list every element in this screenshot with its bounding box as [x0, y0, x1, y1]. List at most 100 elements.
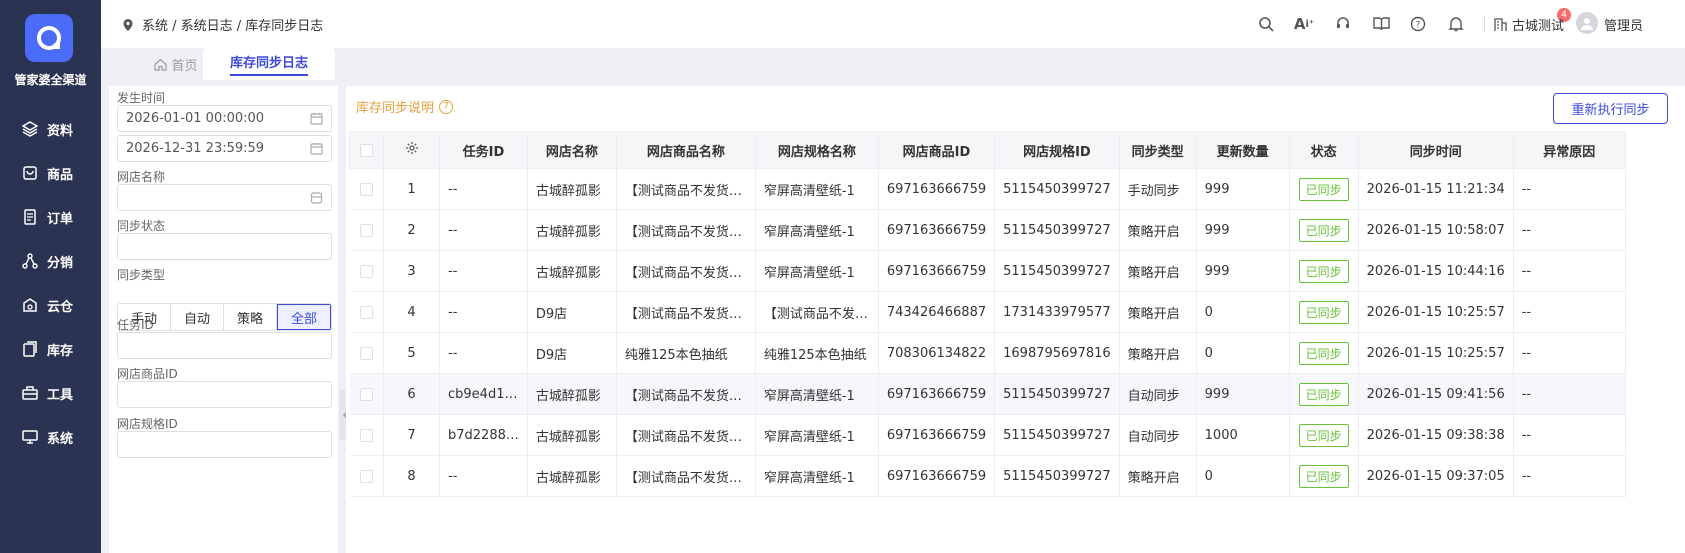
column-header-product-id[interactable]: 网店商品ID — [877, 131, 996, 169]
qty-cell: 1000 — [1196, 414, 1290, 456]
sidebar-item-label: 系统 — [47, 431, 74, 447]
table-row[interactable]: 5 -- D9店 纯雅125本色抽纸 纯雅125本色抽纸 708306134822 1698… — [349, 332, 1626, 374]
task-label: 任务ID — [117, 318, 154, 332]
time-label: 发生时间 — [117, 91, 166, 105]
top-bar: 系统 / 系统日志 / 库存同步日志 Ai⁺ ? 4 古城测试 管理员 — [101, 0, 1685, 48]
status-badge: 已同步 — [1298, 382, 1349, 406]
building-icon — [1494, 18, 1507, 31]
column-header-reason[interactable]: 异常原因 — [1512, 131, 1626, 169]
table-row[interactable]: 7 b7d2288… 古城醉孤影 【测试商品不发货… 窄屏高清壁纸-1 697163666… — [349, 414, 1626, 456]
logo-icon — [37, 26, 61, 50]
tab-inventory-sync-log[interactable]: 库存同步日志 — [203, 48, 335, 80]
row-checkbox[interactable] — [349, 250, 384, 292]
select-all-checkbox[interactable] — [349, 131, 384, 169]
table-row[interactable]: 1 -- 古城醉孤影 【测试商品不发货… 窄屏高清壁纸-1 697163666759 511… — [349, 168, 1626, 210]
bell-icon[interactable] — [1446, 14, 1466, 34]
sidebar-item-goods[interactable]: 商品 — [0, 157, 101, 189]
tab-bar: 首页 库存同步日志 — [101, 48, 1685, 80]
type-option-auto[interactable]: 自动 — [171, 304, 224, 330]
column-header-spec-name[interactable]: 网店规格名称 — [754, 131, 879, 169]
qty-cell: 0 — [1196, 332, 1290, 374]
task-id-input[interactable] — [117, 332, 332, 359]
sidebar-item-cloud-warehouse[interactable]: 云仓 — [0, 289, 101, 321]
column-header-sync-type[interactable]: 同步类型 — [1118, 131, 1197, 169]
gear-icon — [405, 142, 418, 154]
help-icon[interactable]: ? — [1408, 14, 1428, 34]
sidebar-item-system[interactable]: 系统 — [0, 421, 101, 453]
spec-id-cell: 1698795697816 — [994, 332, 1120, 374]
status-label: 同步状态 — [117, 219, 166, 233]
type-label: 同步类型 — [117, 268, 166, 282]
status-badge: 已同步 — [1298, 177, 1349, 201]
status-badge: 已同步 — [1298, 341, 1349, 365]
row-checkbox[interactable] — [349, 209, 384, 251]
spec-name-cell: 窄屏高清壁纸-1 — [755, 209, 879, 251]
row-checkbox[interactable] — [349, 414, 384, 456]
row-number-cell: 2 — [383, 209, 440, 251]
row-checkbox[interactable] — [349, 455, 384, 497]
toolbox-icon — [22, 386, 38, 400]
row-checkbox[interactable] — [349, 373, 384, 415]
qty-cell: 0 — [1196, 291, 1290, 333]
sync-type-cell: 自动同步 — [1119, 414, 1197, 456]
row-checkbox[interactable] — [349, 168, 384, 210]
sync-time-cell: 2026-01-15 11:21:34 — [1358, 168, 1514, 210]
book-icon[interactable] — [1371, 14, 1391, 34]
sync-type-cell: 策略开启 — [1119, 291, 1197, 333]
row-checkbox[interactable] — [349, 332, 384, 374]
column-header-sync-time[interactable]: 同步时间 — [1357, 131, 1514, 169]
sidebar-item-data[interactable]: 资料 — [0, 113, 101, 145]
table-row[interactable]: 6 cb9e4d1… 古城醉孤影 【测试商品不发货… 窄屏高清壁纸-1 697163666… — [349, 373, 1626, 415]
reason-cell: -- — [1513, 455, 1626, 497]
avatar[interactable] — [1576, 12, 1598, 34]
row-number-cell: 7 — [383, 414, 440, 456]
spec-name-cell: 窄屏高清壁纸-1 — [755, 373, 879, 415]
app-logo[interactable] — [25, 14, 73, 62]
table-body: 1 -- 古城醉孤影 【测试商品不发货… 窄屏高清壁纸-1 697163666759 511… — [349, 168, 1626, 497]
sidebar-item-orders[interactable]: 订单 — [0, 201, 101, 233]
tab-label: 首页 — [171, 58, 198, 74]
product-name-cell: 纯雅125本色抽纸 — [616, 332, 756, 374]
ai-assistant-icon[interactable]: Ai⁺ — [1294, 14, 1314, 34]
type-option-all[interactable]: 全部 — [277, 304, 331, 330]
user-icon — [1581, 18, 1593, 30]
product-id-label: 网店商品ID — [117, 367, 178, 381]
table-row[interactable]: 8 -- 古城醉孤影 【测试商品不发货… 窄屏高清壁纸-1 697163666759 511… — [349, 455, 1626, 497]
sidebar-item-distribution[interactable]: 分销 — [0, 245, 101, 277]
column-header-spec-id[interactable]: 网店规格ID — [994, 131, 1120, 169]
reason-cell: -- — [1513, 332, 1626, 374]
time-end-value: 2026-12-31 23:59:59 — [126, 141, 265, 156]
column-settings[interactable] — [383, 131, 440, 169]
column-header-task-id[interactable]: 任务ID — [439, 131, 528, 169]
rerun-sync-button[interactable]: 重新执行同步 — [1553, 93, 1668, 124]
spec-name-cell: 窄屏高清壁纸-1 — [755, 250, 879, 292]
user-name[interactable]: 管理员 — [1604, 15, 1643, 34]
column-header-qty[interactable]: 更新数量 — [1195, 131, 1290, 169]
status-cell: 已同步 — [1289, 291, 1359, 333]
sidebar-item-tools[interactable]: 工具 — [0, 377, 101, 409]
spec-id-label: 网店规格ID — [117, 417, 178, 431]
type-option-strategy[interactable]: 策略 — [224, 304, 277, 330]
filter-panel: 发生时间 2026-01-01 00:00:00 2026-12-31 23:5… — [109, 86, 338, 553]
time-start-field[interactable]: 2026-01-01 00:00:00 — [117, 105, 332, 132]
table-row[interactable]: 3 -- 古城醉孤影 【测试商品不发货… 窄屏高清壁纸-1 697163666759 511… — [349, 250, 1626, 292]
search-icon[interactable] — [1256, 14, 1276, 34]
status-badge: 已同步 — [1298, 464, 1349, 488]
column-header-product-name[interactable]: 网店商品名称 — [615, 131, 756, 169]
status-select[interactable] — [117, 233, 332, 260]
spec-id-input[interactable] — [117, 431, 332, 458]
product-id-input[interactable] — [117, 381, 332, 408]
time-end-field[interactable]: 2026-12-31 23:59:59 — [117, 135, 332, 162]
company-switcher[interactable]: 古城测试 — [1493, 15, 1564, 34]
company-name: 古城测试 — [1512, 19, 1565, 34]
column-header-shop[interactable]: 网店名称 — [526, 131, 617, 169]
row-checkbox[interactable] — [349, 291, 384, 333]
column-header-status[interactable]: 状态 — [1288, 131, 1359, 169]
table-row[interactable]: 2 -- 古城醉孤影 【测试商品不发货… 窄屏高清壁纸-1 697163666759 511… — [349, 209, 1626, 251]
shop-select[interactable] — [117, 184, 332, 211]
customer-service-icon[interactable] — [1333, 14, 1353, 34]
sidebar-item-inventory[interactable]: 库存 — [0, 333, 101, 365]
table-row[interactable]: 4 -- D9店 【测试商品不发货… 【测试商品不发… 743426466887 17314… — [349, 291, 1626, 333]
sync-note-link[interactable]: 库存同步说明 ? — [356, 97, 454, 116]
sync-type-cell: 自动同步 — [1119, 373, 1197, 415]
